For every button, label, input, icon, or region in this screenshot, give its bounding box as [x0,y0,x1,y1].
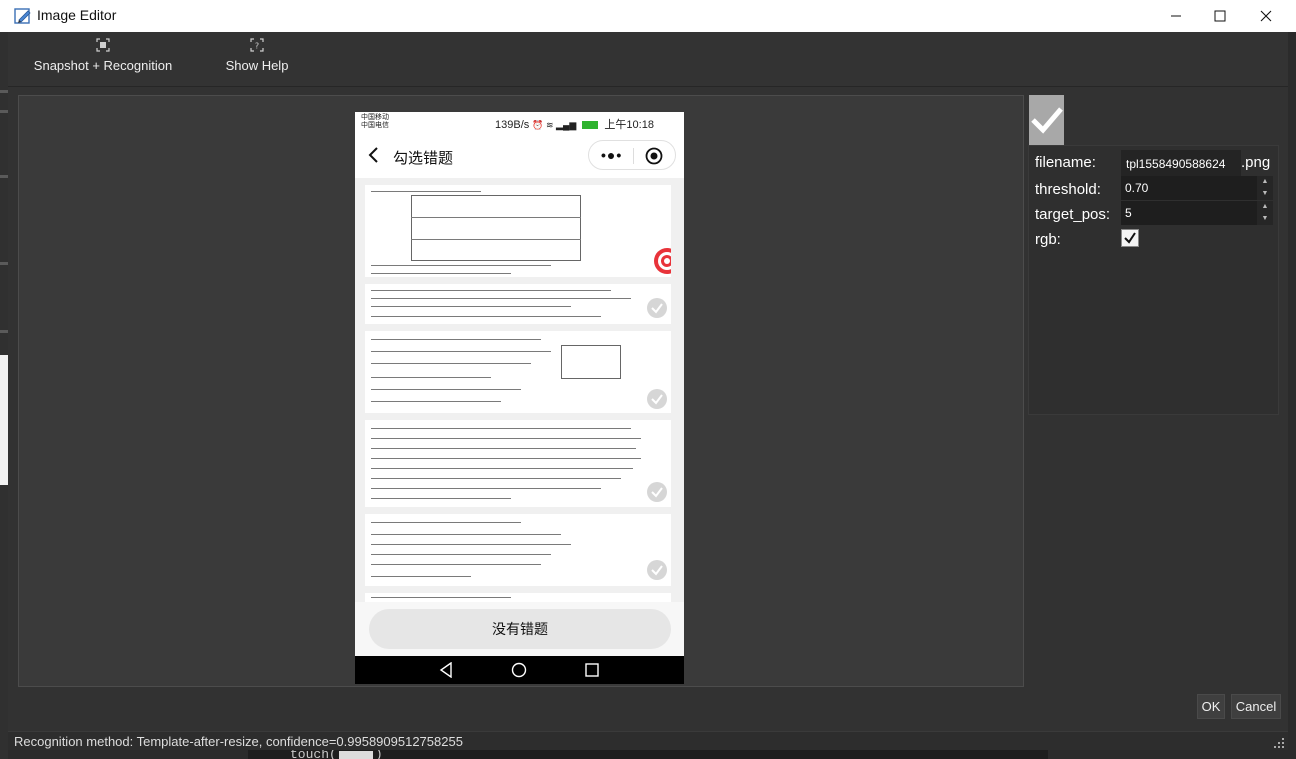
unchecked-circle-icon[interactable] [647,298,667,318]
close-icon [1260,10,1272,22]
question-card[interactable] [365,284,671,324]
network-speed: 139B/s [495,119,530,131]
unchecked-circle-icon[interactable] [647,560,667,580]
threshold-stepper[interactable]: ▲ ▼ [1257,176,1273,200]
unchecked-circle-icon[interactable] [647,389,667,409]
show-help-label: Show Help [225,58,289,73]
android-back-icon[interactable] [439,662,453,678]
toolbar-divider [8,86,1288,87]
question-card[interactable] [365,331,671,413]
android-recents-icon[interactable] [585,662,599,678]
filename-extension: .png [1241,154,1271,171]
phone-status-right: 139B/s ⏰ ≋ ▂▄▆ 上午10:18 [495,119,654,131]
snapshot-icon [96,38,110,52]
properties-panel: filename: tpl1558490588624 .png threshol… [1028,145,1279,415]
question-card[interactable] [365,185,671,277]
carrier-labels: 中国移动 中国电信 [361,114,389,129]
status-message: Recognition method: Template-after-resiz… [14,734,463,749]
target-pos-stepper[interactable]: ▲ ▼ [1257,201,1273,225]
phone-nav-title: 勾选错题 [393,150,454,167]
window-title: Image Editor [37,7,117,23]
threshold-value[interactable]: 0.70 [1125,181,1148,195]
step-down-icon[interactable]: ▼ [1257,188,1273,200]
step-down-icon[interactable]: ▼ [1257,213,1273,225]
more-dots-icon[interactable]: •●• [601,147,622,163]
svg-text:?: ? [255,42,259,51]
check-icon [1124,232,1136,244]
rgb-checkbox[interactable] [1121,229,1139,247]
show-help-button[interactable]: ? Show Help [220,38,294,73]
phone-screenshot[interactable]: 中国移动 中国电信 139B/s ⏰ ≋ ▂▄▆ 上午10:18 勾选错题 •●… [355,112,684,684]
miniprogram-capsule[interactable]: •●• [588,140,676,170]
app-pencil-icon [14,8,31,24]
step-up-icon[interactable]: ▲ [1257,201,1273,213]
question-card[interactable] [365,593,671,602]
target-pos-spinbox[interactable]: 5 ▲ ▼ [1121,201,1273,225]
filename-label: filename: [1035,154,1096,171]
phone-status-bar: 中国移动 中国电信 139B/s ⏰ ≋ ▂▄▆ 上午10:18 [355,112,684,134]
image-canvas[interactable]: 中国移动 中国电信 139B/s ⏰ ≋ ▂▄▆ 上午10:18 勾选错题 •●… [18,95,1024,687]
threshold-label: threshold: [1035,181,1101,198]
unchecked-circle-icon[interactable] [647,482,667,502]
android-home-icon[interactable] [511,662,527,678]
rgb-label: rgb: [1035,231,1061,248]
threshold-spinbox[interactable]: 0.70 ▲ ▼ [1121,176,1273,200]
battery-icon [582,121,599,130]
phone-bottom-area: 没有错题 [355,602,684,656]
image-editor-window: Image Editor Snapshot + Recognition ? Sh… [0,0,1296,750]
target-pos-label: target_pos: [1035,206,1111,223]
maximize-icon [1214,10,1226,22]
help-icon: ? [250,38,264,52]
android-nav-bar [355,656,684,684]
cancel-button[interactable]: Cancel [1231,694,1281,719]
question-card[interactable] [365,514,671,586]
desktop-left-edge [0,0,8,759]
minimize-icon [1171,15,1181,17]
recognized-target-icon [654,248,671,274]
close-button[interactable] [1243,0,1289,32]
snapshot-recognition-button[interactable]: Snapshot + Recognition [28,38,178,73]
no-errors-button[interactable]: 没有错题 [369,609,671,649]
resize-grip-icon[interactable] [1274,738,1284,748]
filename-input[interactable]: tpl1558490588624 [1121,150,1241,178]
minimize-button[interactable] [1153,0,1199,32]
snapshot-recognition-label: Snapshot + Recognition [33,58,173,73]
back-chevron-icon[interactable] [367,146,381,164]
phone-nav-bar: 勾选错题 •●• [355,134,684,178]
checkmark-icon [1031,107,1063,134]
question-list [355,178,684,602]
close-target-icon[interactable] [645,147,663,165]
step-up-icon[interactable]: ▲ [1257,176,1273,188]
question-card[interactable] [365,420,671,507]
status-bar: Recognition method: Template-after-resiz… [8,731,1288,750]
template-preview-checkmark [1029,95,1064,145]
toolbar: Snapshot + Recognition ? Show Help [8,32,1288,86]
title-bar[interactable]: Image Editor [0,0,1296,32]
target-pos-value[interactable]: 5 [1125,206,1132,220]
maximize-button[interactable] [1197,0,1243,32]
ok-button[interactable]: OK [1197,694,1225,719]
phone-time: 上午10:18 [604,119,654,131]
